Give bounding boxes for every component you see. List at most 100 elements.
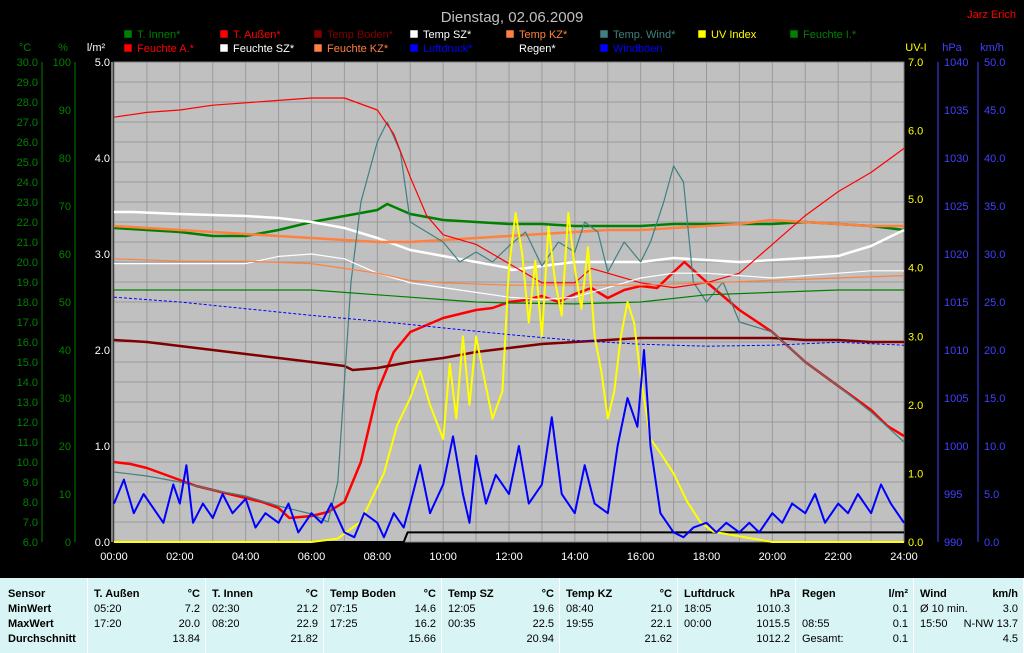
tick-percent: 40 (59, 345, 71, 357)
summary-max-value: 20.0 (178, 618, 200, 630)
summary-average: 4.5 (1002, 633, 1018, 645)
tick-celsius: 24.0 (17, 177, 38, 189)
tick-percent: 0 (65, 537, 71, 549)
summary-max-value: 0.1 (892, 618, 908, 630)
summary-column: Temp KZ °C 08:40 21.0 19:55 22.1 21.62 (560, 578, 678, 653)
tick-uv: 0.0 (908, 537, 923, 549)
summary-max-value: 22.9 (296, 618, 318, 630)
summary-min-time: 05:20 (94, 603, 122, 615)
summary-min-time: Ø 10 min. (920, 603, 968, 615)
legend-label: T. Außen* (233, 29, 281, 41)
summary-max-value: 22.5 (532, 618, 554, 630)
summary-column-unit: hPa (769, 588, 790, 600)
legend-label: Feuchte KZ* (327, 43, 389, 55)
legend-swatch (599, 29, 609, 39)
tick-percent: 20 (59, 441, 71, 453)
tick-celsius: 11.0 (17, 437, 38, 449)
legend-label: Feuchte SZ* (233, 43, 295, 55)
summary-column-unit: km/h (992, 588, 1018, 600)
tick-uv: 1.0 (908, 468, 923, 480)
tick-time: 10:00 (429, 551, 457, 563)
summary-row-label: MaxWert (8, 618, 54, 630)
legend-label: Temp SZ* (423, 29, 472, 41)
legend-label: Temp KZ* (519, 29, 568, 41)
summary-column-unit: l/m² (888, 588, 908, 600)
summary-min-value: 21.2 (296, 603, 318, 615)
legend-label: Temp. Wind* (613, 29, 676, 41)
summary-max-time: 00:00 (684, 618, 712, 630)
tick-hpa: 1040 (944, 57, 968, 69)
summary-column: Temp Boden °C 07:15 14.6 17:25 16.2 15.66 (324, 578, 442, 653)
legend-label: UV Index (711, 29, 757, 41)
legend-swatch (409, 43, 419, 53)
tick-rain: 5.0 (95, 57, 110, 69)
summary-min-time: 07:15 (330, 603, 358, 615)
tick-celsius: 13.0 (17, 397, 38, 409)
summary-sensor-header: Sensor (8, 588, 46, 600)
summary-min-value: 21.0 (650, 603, 672, 615)
tick-celsius: 29.0 (17, 77, 38, 89)
tick-uv: 3.0 (908, 331, 923, 343)
summary-column-name: Regen (802, 588, 836, 600)
tick-time: 22:00 (824, 551, 852, 563)
summary-column: T. Außen °C 05:20 7.2 17:20 20.0 13.84 (88, 578, 206, 653)
legend-swatch (789, 29, 799, 39)
tick-hpa: 1000 (944, 441, 968, 453)
summary-min-value: 7.2 (184, 603, 200, 615)
summary-column-unit: °C (423, 588, 436, 600)
tick-hpa: 1010 (944, 345, 968, 357)
tick-uv: 2.0 (908, 400, 923, 412)
legend-label: Feuchte I.* (803, 29, 857, 41)
tick-percent: 100 (53, 57, 71, 69)
unit-percent: % (58, 42, 68, 54)
legend-swatch (123, 29, 133, 39)
legend-swatch (505, 29, 515, 39)
tick-kmh: 5.0 (984, 489, 999, 501)
summary-column-name: Temp SZ (448, 588, 494, 600)
tick-celsius: 28.0 (17, 97, 38, 109)
tick-rain: 2.0 (95, 345, 110, 357)
tick-rain: 3.0 (95, 249, 110, 261)
summary-max-value: 1015.5 (756, 618, 790, 630)
unit-hpa: hPa (942, 42, 962, 54)
tick-percent: 50 (59, 297, 71, 309)
summary-min-value: 1010.3 (756, 603, 790, 615)
tick-celsius: 25.0 (17, 157, 38, 169)
tick-kmh: 25.0 (984, 297, 1005, 309)
weather-chart: Dienstag, 02.06.2009 Jarz Erich T. Innen* T… (17, 9, 1016, 563)
tick-kmh: 10.0 (984, 441, 1005, 453)
tick-percent: 10 (59, 489, 71, 501)
summary-min-value: 0.1 (892, 603, 908, 615)
legend-label: Windböen (613, 43, 663, 55)
summary-column: Regen l/m² 0.1 08:55 0.1 Gesamt: 0.1 (796, 578, 914, 653)
legend-label: Temp Boden* (327, 29, 394, 41)
tick-kmh: 20.0 (984, 345, 1005, 357)
tick-celsius: 23.0 (17, 197, 38, 209)
summary-average: 21.82 (290, 633, 318, 645)
tick-time: 06:00 (298, 551, 326, 563)
summary-min-time: 18:05 (684, 603, 712, 615)
tick-rain: 1.0 (95, 441, 110, 453)
summary-max-value: N-NW 13.7 (963, 618, 1018, 630)
tick-time: 12:00 (495, 551, 523, 563)
tick-time: 08:00 (364, 551, 392, 563)
summary-average: 0.1 (892, 633, 908, 645)
summary-column-name: T. Außen (94, 588, 140, 600)
tick-percent: 60 (59, 249, 71, 261)
summary-max-time: 17:20 (94, 618, 122, 630)
summary-label-column: Sensor MinWert MaxWert Durchschnitt (0, 578, 88, 653)
chart-area: Dienstag, 02.06.2009 Jarz Erich T. Innen* T… (0, 0, 1024, 578)
tick-time: 16:00 (627, 551, 655, 563)
tick-uv: 6.0 (908, 126, 923, 138)
summary-min-value: 3.0 (1002, 603, 1018, 615)
tick-celsius: 10.0 (17, 457, 38, 469)
summary-max-value: 22.1 (650, 618, 672, 630)
summary-table: Sensor MinWert MaxWert Durchschnitt T. Außen… (0, 578, 1024, 653)
tick-celsius: 9.0 (23, 477, 38, 489)
tick-kmh: 40.0 (984, 153, 1005, 165)
summary-average: 13.84 (172, 633, 200, 645)
tick-celsius: 30.0 (17, 57, 38, 69)
summary-min-time: 12:05 (448, 603, 476, 615)
summary-max-value: 16.2 (414, 618, 436, 630)
legend-label: Luftdruck* (423, 43, 473, 55)
